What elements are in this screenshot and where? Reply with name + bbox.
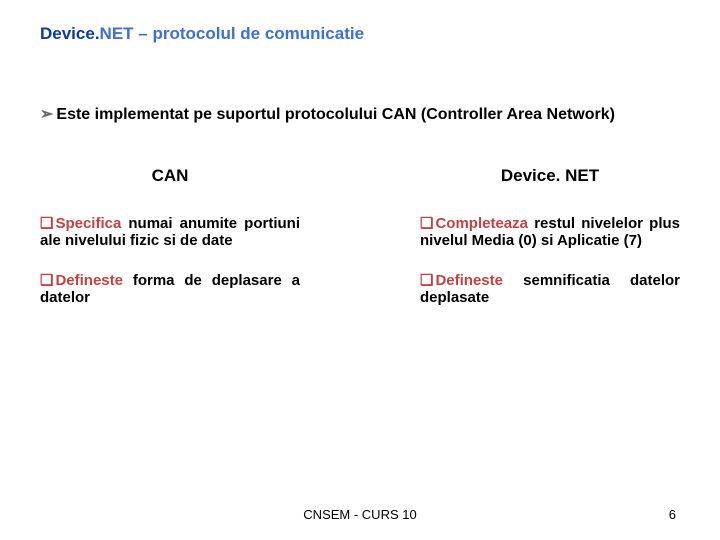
square-bullet-icon: ❑ <box>40 271 53 289</box>
list-item: ❑Specifica numai anumite portiuni ale ni… <box>40 214 300 249</box>
footer: CNSEM - CURS 10 6 <box>0 507 720 522</box>
bullet-lead: Defineste <box>435 272 503 289</box>
title-part-2: NET – protocolul de comunicatie <box>100 24 364 43</box>
columns: CAN ❑Specifica numai anumite portiuni al… <box>40 166 680 328</box>
slide-title: Device.NET – protocolul de comunicatie <box>40 24 680 44</box>
bullet-lead: Specifica <box>55 215 121 232</box>
list-item: ❑Defineste forma de deplasare a datelor <box>40 271 300 306</box>
list-item: ❑Completeaza restul nivelelor plus nivel… <box>420 214 680 249</box>
page-number: 6 <box>669 507 676 522</box>
bullet-lead: Defineste <box>55 272 123 289</box>
square-bullet-icon: ❑ <box>40 214 53 232</box>
list-item: ❑Defineste semnificatia datelor deplasat… <box>420 271 680 306</box>
arrow-icon: ➢ <box>40 104 53 124</box>
right-heading: Device. NET <box>420 166 680 186</box>
intro-bullet: ➢Este implementat pe suportul protocolul… <box>40 104 680 124</box>
right-column: Device. NET ❑Completeaza restul nivelelo… <box>420 166 680 328</box>
intro-text: Este implementat pe suportul protocolulu… <box>56 106 615 123</box>
left-column: CAN ❑Specifica numai anumite portiuni al… <box>40 166 300 328</box>
footer-center: CNSEM - CURS 10 <box>303 507 416 522</box>
title-part-1: Device. <box>40 24 100 43</box>
square-bullet-icon: ❑ <box>420 214 433 232</box>
bullet-lead: Completeaza <box>435 215 528 232</box>
square-bullet-icon: ❑ <box>420 271 433 289</box>
left-heading: CAN <box>40 166 300 186</box>
slide: Device.NET – protocolul de comunicatie ➢… <box>0 0 720 540</box>
